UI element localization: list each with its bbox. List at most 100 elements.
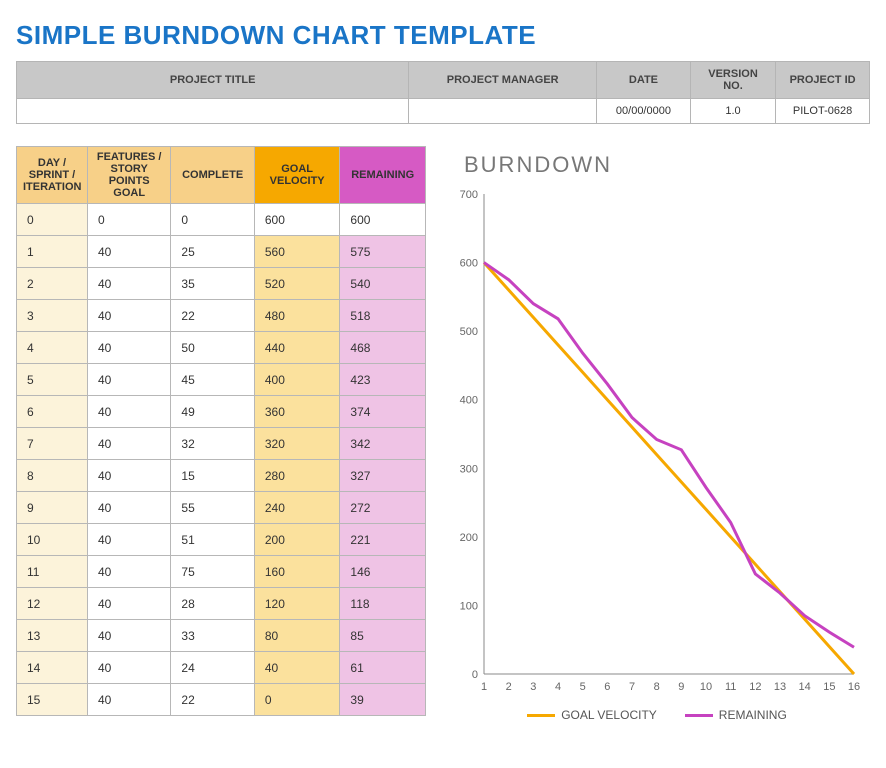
cell-complete[interactable]: 25 — [171, 236, 254, 268]
cell-remaining[interactable]: 146 — [340, 556, 426, 588]
cell-complete[interactable]: 15 — [171, 460, 254, 492]
cell-day[interactable]: 7 — [17, 428, 88, 460]
cell-day[interactable]: 11 — [17, 556, 88, 588]
cell-complete[interactable]: 33 — [171, 620, 254, 652]
cell-goal_velocity[interactable]: 280 — [254, 460, 340, 492]
cell-complete[interactable]: 22 — [171, 300, 254, 332]
table-row: 104051200221 — [17, 524, 426, 556]
chart-panel: BURNDOWN 0100200300400500600700123456789… — [444, 146, 870, 722]
cell-goal_velocity[interactable]: 80 — [254, 620, 340, 652]
cell-remaining[interactable]: 575 — [340, 236, 426, 268]
cell-features[interactable]: 40 — [87, 428, 170, 460]
cell-features[interactable]: 40 — [87, 588, 170, 620]
cell-day[interactable]: 8 — [17, 460, 88, 492]
cell-complete[interactable]: 22 — [171, 684, 254, 716]
cell-goal_velocity[interactable]: 480 — [254, 300, 340, 332]
cell-complete[interactable]: 35 — [171, 268, 254, 300]
y-tick-label: 400 — [460, 395, 478, 407]
cell-features[interactable]: 40 — [87, 268, 170, 300]
x-tick-label: 15 — [823, 681, 835, 693]
table-row: 54045400423 — [17, 364, 426, 396]
cell-goal_velocity[interactable]: 40 — [254, 652, 340, 684]
cell-features[interactable]: 40 — [87, 652, 170, 684]
cell-day[interactable]: 4 — [17, 332, 88, 364]
cell-remaining[interactable]: 272 — [340, 492, 426, 524]
cell-goal_velocity[interactable]: 600 — [254, 204, 340, 236]
cell-day[interactable]: 2 — [17, 268, 88, 300]
cell-remaining[interactable]: 600 — [340, 204, 426, 236]
cell-goal_velocity[interactable]: 120 — [254, 588, 340, 620]
cell-remaining[interactable]: 327 — [340, 460, 426, 492]
cell-day[interactable]: 0 — [17, 204, 88, 236]
table-row: 14025560575 — [17, 236, 426, 268]
table-row: 74032320342 — [17, 428, 426, 460]
cell-goal_velocity[interactable]: 200 — [254, 524, 340, 556]
cell-goal_velocity[interactable]: 560 — [254, 236, 340, 268]
cell-remaining[interactable]: 39 — [340, 684, 426, 716]
cell-goal_velocity[interactable]: 520 — [254, 268, 340, 300]
cell-day[interactable]: 14 — [17, 652, 88, 684]
cell-goal_velocity[interactable]: 160 — [254, 556, 340, 588]
cell-goal_velocity[interactable]: 0 — [254, 684, 340, 716]
cell-remaining[interactable]: 85 — [340, 620, 426, 652]
cell-features[interactable]: 40 — [87, 236, 170, 268]
cell-complete[interactable]: 32 — [171, 428, 254, 460]
meta-version-input[interactable]: 1.0 — [690, 99, 775, 124]
meta-project-manager-input[interactable] — [409, 99, 597, 124]
cell-features[interactable]: 40 — [87, 556, 170, 588]
cell-remaining[interactable]: 468 — [340, 332, 426, 364]
cell-features[interactable]: 40 — [87, 492, 170, 524]
cell-remaining[interactable]: 374 — [340, 396, 426, 428]
cell-day[interactable]: 6 — [17, 396, 88, 428]
cell-remaining[interactable]: 221 — [340, 524, 426, 556]
meta-date-input[interactable]: 00/00/0000 — [597, 99, 691, 124]
cell-features[interactable]: 40 — [87, 620, 170, 652]
cell-day[interactable]: 10 — [17, 524, 88, 556]
cell-day[interactable]: 9 — [17, 492, 88, 524]
x-tick-label: 9 — [678, 681, 684, 693]
cell-complete[interactable]: 45 — [171, 364, 254, 396]
y-tick-label: 100 — [460, 600, 478, 612]
cell-features[interactable]: 40 — [87, 460, 170, 492]
cell-day[interactable]: 3 — [17, 300, 88, 332]
cell-complete[interactable]: 49 — [171, 396, 254, 428]
cell-complete[interactable]: 55 — [171, 492, 254, 524]
cell-day[interactable]: 15 — [17, 684, 88, 716]
cell-remaining[interactable]: 342 — [340, 428, 426, 460]
cell-complete[interactable]: 28 — [171, 588, 254, 620]
cell-goal_velocity[interactable]: 440 — [254, 332, 340, 364]
cell-day[interactable]: 12 — [17, 588, 88, 620]
cell-day[interactable]: 13 — [17, 620, 88, 652]
cell-goal_velocity[interactable]: 360 — [254, 396, 340, 428]
cell-day[interactable]: 5 — [17, 364, 88, 396]
cell-remaining[interactable]: 423 — [340, 364, 426, 396]
cell-complete[interactable]: 24 — [171, 652, 254, 684]
table-row: 34022480518 — [17, 300, 426, 332]
cell-complete[interactable]: 75 — [171, 556, 254, 588]
y-tick-label: 500 — [460, 326, 478, 338]
cell-features[interactable]: 40 — [87, 524, 170, 556]
cell-complete[interactable]: 50 — [171, 332, 254, 364]
cell-features[interactable]: 40 — [87, 300, 170, 332]
cell-remaining[interactable]: 118 — [340, 588, 426, 620]
cell-goal_velocity[interactable]: 240 — [254, 492, 340, 524]
cell-day[interactable]: 1 — [17, 236, 88, 268]
table-row: 124028120118 — [17, 588, 426, 620]
cell-remaining[interactable]: 61 — [340, 652, 426, 684]
cell-complete[interactable]: 0 — [171, 204, 254, 236]
cell-features[interactable]: 40 — [87, 332, 170, 364]
cell-goal_velocity[interactable]: 320 — [254, 428, 340, 460]
meta-project-id-input[interactable]: PILOT-0628 — [776, 99, 870, 124]
cell-remaining[interactable]: 540 — [340, 268, 426, 300]
cell-features[interactable]: 40 — [87, 396, 170, 428]
cell-features[interactable]: 40 — [87, 364, 170, 396]
cell-goal_velocity[interactable]: 400 — [254, 364, 340, 396]
th-remaining: REMAINING — [340, 147, 426, 204]
cell-complete[interactable]: 51 — [171, 524, 254, 556]
table-row: 154022039 — [17, 684, 426, 716]
cell-remaining[interactable]: 518 — [340, 300, 426, 332]
meta-project-title-input[interactable] — [17, 99, 409, 124]
cell-features[interactable]: 0 — [87, 204, 170, 236]
meta-header-project-manager: PROJECT MANAGER — [409, 62, 597, 99]
cell-features[interactable]: 40 — [87, 684, 170, 716]
